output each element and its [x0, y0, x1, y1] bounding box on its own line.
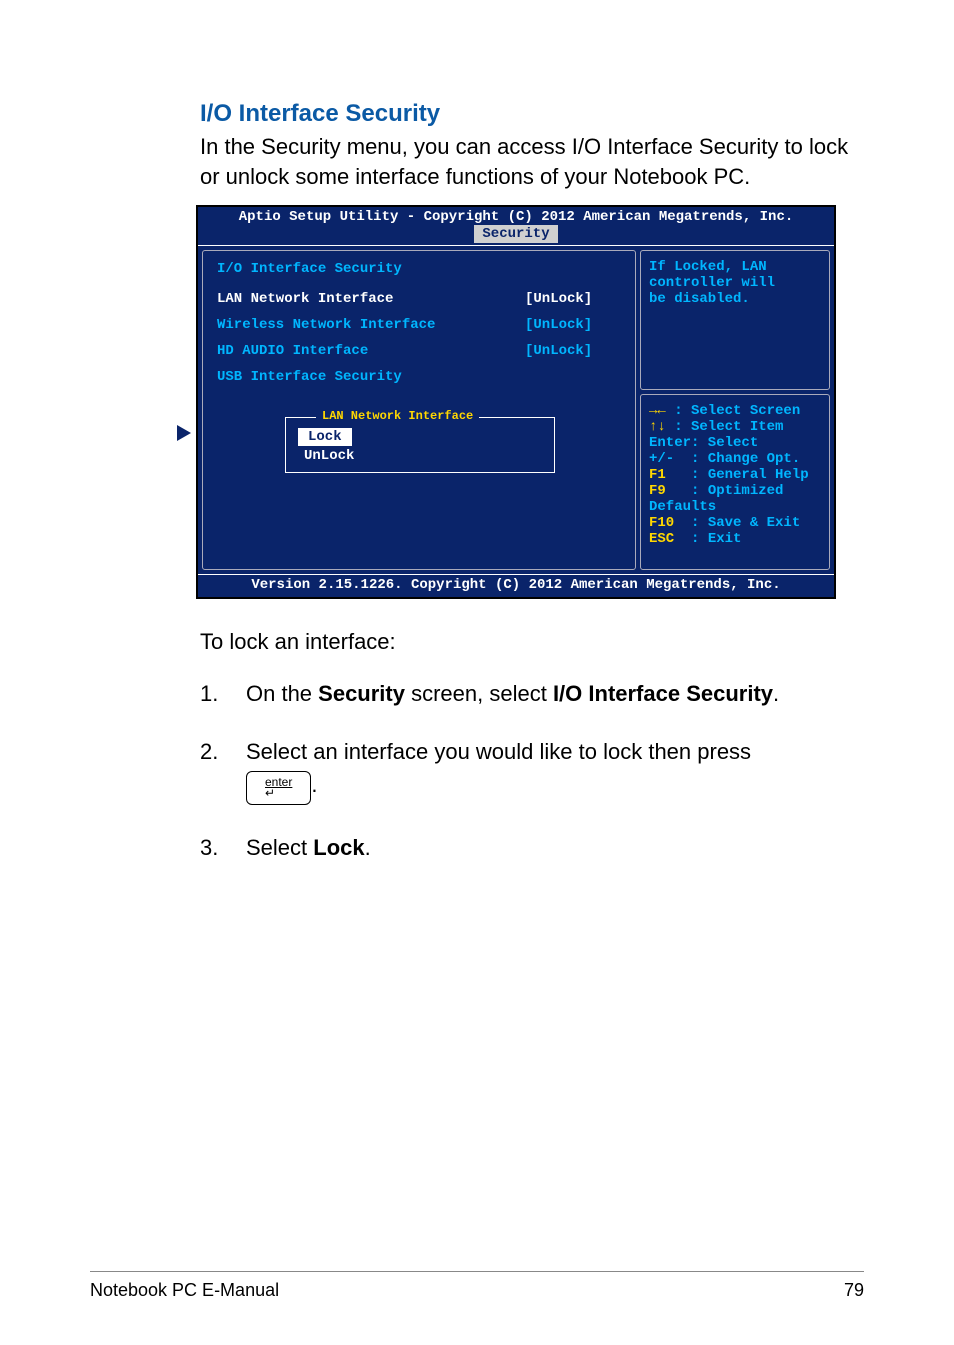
bios-section-title: I/O Interface Security: [217, 261, 625, 277]
bios-row-wireless: Wireless Network Interface [UnLock]: [217, 317, 625, 333]
bios-help-line: controller will: [649, 275, 821, 291]
lock-intro: To lock an interface:: [200, 629, 864, 655]
bios-row-value: [UnLock]: [525, 317, 625, 333]
key-enter: Enter: Select: [649, 435, 821, 451]
key-arrows-ud: ↑↓: [649, 419, 666, 435]
step-text: .: [365, 835, 371, 860]
step-bold: Security: [318, 681, 405, 706]
bios-row-label: HD AUDIO Interface: [217, 343, 525, 359]
step-bold: Lock: [313, 835, 364, 860]
step-body: Select Lock.: [246, 833, 864, 863]
submenu-arrow-icon: [177, 425, 191, 441]
step-1: 1. On the Security screen, select I/O In…: [200, 679, 864, 709]
step-2: 2. Select an interface you would like to…: [200, 737, 864, 805]
bios-popup-item-lock: Lock: [298, 428, 352, 446]
bios-main-panel: I/O Interface Security LAN Network Inter…: [202, 250, 636, 570]
key-esc: ESC: [649, 531, 674, 547]
intro-text: In the Security menu, you can access I/O…: [200, 132, 864, 191]
key-arrows-lr: →←: [649, 403, 666, 419]
step-text: Select an interface you would like to lo…: [246, 739, 751, 764]
key-desc: : Select Item: [666, 419, 784, 435]
footer-title: Notebook PC E-Manual: [90, 1280, 279, 1301]
bios-tab-security: Security: [474, 225, 557, 243]
enter-key-icon: enter ↵: [246, 771, 311, 805]
bios-row-label: Wireless Network Interface: [217, 317, 525, 333]
key-desc: : Select Screen: [666, 403, 800, 419]
bios-help-line: be disabled.: [649, 291, 821, 307]
bios-tab-row: Security: [198, 225, 834, 245]
key-desc: : Optimized: [666, 483, 784, 499]
bios-help-panel: If Locked, LAN controller will be disabl…: [640, 250, 830, 390]
bios-submenu-usb: USB Interface Security: [217, 369, 625, 385]
step-text: Select: [246, 835, 313, 860]
bios-help-line: If Locked, LAN: [649, 259, 821, 275]
bios-popup: LAN Network Interface Lock UnLock: [285, 417, 555, 473]
key-f9: F9: [649, 483, 666, 499]
key-desc: : Save & Exit: [674, 515, 800, 531]
key-plusminus: +/- : Change Opt.: [649, 451, 821, 467]
bios-popup-item-unlock: UnLock: [298, 447, 360, 465]
key-f1: F1: [649, 467, 666, 483]
bios-footer: Version 2.15.1226. Copyright (C) 2012 Am…: [198, 574, 834, 597]
bios-row-value: [UnLock]: [525, 291, 625, 307]
page-footer: Notebook PC E-Manual 79: [90, 1271, 864, 1301]
bios-keys-panel: →← : Select Screen ↑↓ : Select Item Ente…: [640, 394, 830, 570]
bios-row-label: LAN Network Interface: [217, 291, 525, 307]
bios-header: Aptio Setup Utility - Copyright (C) 2012…: [198, 207, 834, 225]
bios-screenshot: Aptio Setup Utility - Copyright (C) 2012…: [196, 205, 836, 599]
step-number: 2.: [200, 737, 246, 805]
key-f10: F10: [649, 515, 674, 531]
key-desc: : Exit: [674, 531, 741, 547]
step-number: 1.: [200, 679, 246, 709]
bios-row-audio: HD AUDIO Interface [UnLock]: [217, 343, 625, 359]
bios-popup-title: LAN Network Interface: [316, 409, 479, 423]
step-bold: I/O Interface Security: [553, 681, 773, 706]
enter-arrow-icon: ↵: [265, 790, 292, 796]
bios-row-lan: LAN Network Interface [UnLock]: [217, 291, 625, 307]
key-defaults: Defaults: [649, 499, 821, 515]
key-desc: : General Help: [666, 467, 809, 483]
section-heading: I/O Interface Security: [200, 100, 864, 128]
step-3: 3. Select Lock.: [200, 833, 864, 863]
step-body: On the Security screen, select I/O Inter…: [246, 679, 864, 709]
step-text: screen, select: [405, 681, 553, 706]
step-number: 3.: [200, 833, 246, 863]
enter-key-label: enter: [265, 776, 292, 788]
step-body: Select an interface you would like to lo…: [246, 737, 864, 805]
step-text: On the: [246, 681, 318, 706]
bios-row-value: [UnLock]: [525, 343, 625, 359]
step-text: .: [773, 681, 779, 706]
footer-page-number: 79: [844, 1280, 864, 1301]
step-text: .: [311, 772, 317, 797]
